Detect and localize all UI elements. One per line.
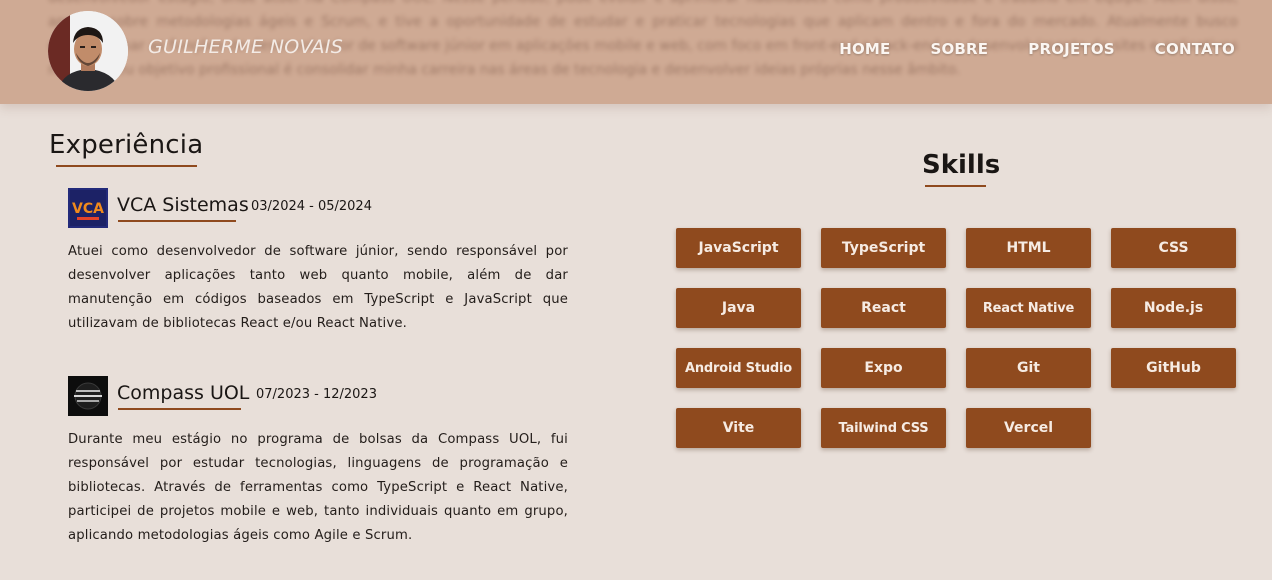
skill-badge-vercel[interactable]: Vercel [966,408,1091,448]
brand-name[interactable]: GUILHERME NOVAIS [148,36,343,58]
skill-badge-react[interactable]: React [821,288,946,328]
profile-photo-icon [48,11,128,91]
nav-contato[interactable]: CONTATO [1155,40,1235,58]
job-description: Durante meu estágio no programa de bolsa… [68,432,568,543]
job-company-underline [118,220,236,222]
nav-sobre[interactable]: SOBRE [930,40,988,58]
main-nav: HOME SOBRE PROJETOS CONTATO [839,40,1235,58]
job-description: Atuei como desenvolvedor de software jún… [68,244,568,331]
job-dates: 03/2024 - 05/2024 [251,199,372,214]
experience-title-underline [56,165,197,167]
nav-home[interactable]: HOME [839,40,890,58]
skill-badge-expo[interactable]: Expo [821,348,946,388]
skill-badge-vite[interactable]: Vite [676,408,801,448]
job-company: Compass UOL [117,382,250,404]
nav-projetos[interactable]: PROJETOS [1028,40,1115,58]
job-company: VCA Sistemas [117,194,249,216]
skill-badge-github[interactable]: GitHub [1111,348,1236,388]
skill-badge-css[interactable]: CSS [1111,228,1236,268]
skill-badge-typescript[interactable]: TypeScript [821,228,946,268]
skill-badge-tailwind-css[interactable]: Tailwind CSS [821,408,946,448]
skill-badge-android-studio[interactable]: Android Studio [676,348,801,388]
skill-badge-html[interactable]: HTML [966,228,1091,268]
skills-title: Skills [922,150,1001,180]
skill-badge-javascript[interactable]: JavaScript [676,228,801,268]
skills-grid: JavaScript TypeScript HTML CSS Java Reac… [676,228,1236,448]
skills-title-underline [925,185,986,187]
experience-title: Experiência [49,130,204,160]
skill-badge-git[interactable]: Git [966,348,1091,388]
avatar [48,11,128,91]
job-company-underline [118,408,241,410]
skill-badge-java[interactable]: Java [676,288,801,328]
job-dates: 07/2023 - 12/2023 [256,387,377,402]
skill-badge-react-native[interactable]: React Native [966,288,1091,328]
vca-logo-icon: VCA [68,188,108,228]
svg-text:VCA: VCA [72,201,104,217]
compass-uol-logo-icon [68,376,108,416]
skill-badge-nodejs[interactable]: Node.js [1111,288,1236,328]
site-header: desenvolvedor estágio, onde atuei na Com… [0,0,1272,104]
